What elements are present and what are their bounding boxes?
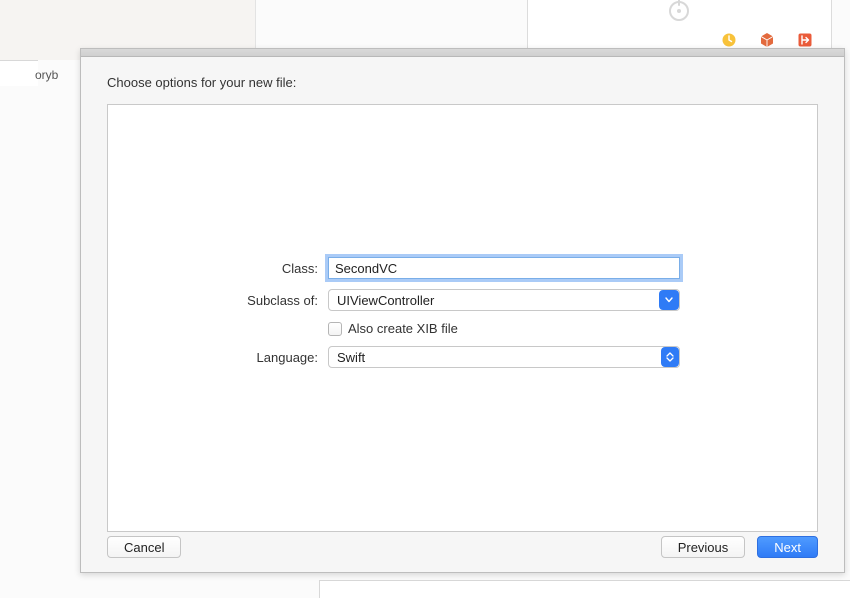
sidebar-item-label: oryb <box>35 68 58 82</box>
language-row: Language: Swift <box>108 346 817 368</box>
language-value: Swift <box>337 350 365 365</box>
class-row: Class: <box>108 257 817 279</box>
sheet-titlebar <box>81 49 844 57</box>
options-frame: Class: Subclass of: UIViewController <box>107 104 818 532</box>
options-form: Class: Subclass of: UIViewController <box>108 257 817 368</box>
updown-icon <box>661 347 679 367</box>
xib-row: Also create XIB file <box>108 321 817 336</box>
class-input[interactable] <box>328 257 680 279</box>
xib-label: Also create XIB file <box>348 321 458 336</box>
segue-icon <box>664 0 694 26</box>
bg-icon-row <box>721 32 813 48</box>
next-button[interactable]: Next <box>757 536 818 558</box>
subclass-label: Subclass of: <box>108 293 328 308</box>
sheet-heading: Choose options for your new file: <box>107 75 818 90</box>
clock-icon <box>721 32 737 48</box>
bg-right-card <box>527 0 832 55</box>
xib-checkbox[interactable] <box>328 322 342 336</box>
class-label: Class: <box>108 261 328 276</box>
language-popup[interactable]: Swift <box>328 346 680 368</box>
bg-left-strip <box>0 60 38 86</box>
subclass-combobox[interactable]: UIViewController <box>328 289 680 311</box>
sheet-footer: Cancel Previous Next <box>107 536 818 558</box>
chevron-down-icon <box>659 290 679 310</box>
new-file-options-sheet: Choose options for your new file: Class:… <box>80 48 845 573</box>
cancel-button[interactable]: Cancel <box>107 536 181 558</box>
box-icon <box>759 32 775 48</box>
xib-checkbox-row[interactable]: Also create XIB file <box>328 321 458 336</box>
subclass-value: UIViewController <box>337 293 434 308</box>
language-label: Language: <box>108 350 328 365</box>
previous-button[interactable]: Previous <box>661 536 746 558</box>
exit-icon <box>797 32 813 48</box>
bg-bottom-panel <box>319 580 850 598</box>
subclass-row: Subclass of: UIViewController <box>108 289 817 311</box>
